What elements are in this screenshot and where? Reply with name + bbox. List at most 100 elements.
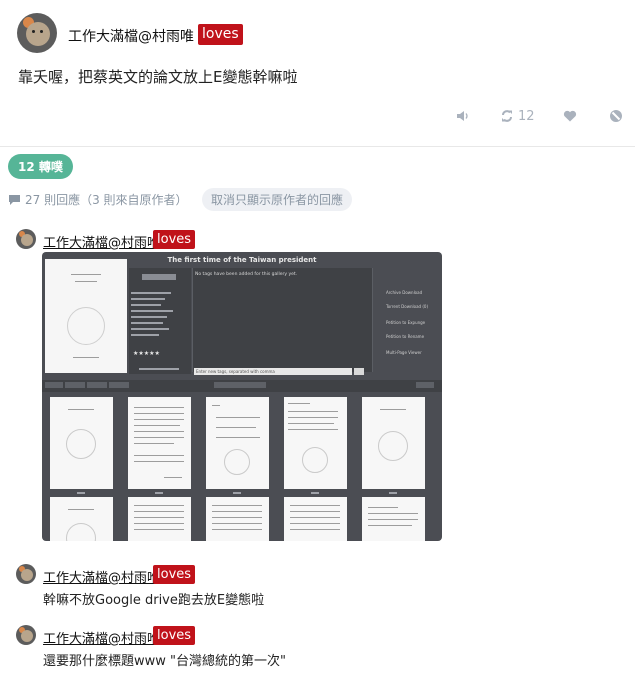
post-author-avatar[interactable]	[17, 13, 57, 53]
page-thumbnail	[50, 397, 113, 489]
thumb-line	[164, 477, 182, 478]
thumb-line	[290, 517, 340, 518]
thumb-line	[290, 511, 340, 512]
meta-line	[139, 368, 179, 370]
retweet-icon	[502, 110, 512, 122]
thumb-line	[68, 409, 94, 410]
rows-chip	[87, 382, 107, 388]
thumb-line	[212, 511, 262, 512]
thumb-line	[134, 407, 184, 408]
thumb-line	[212, 505, 262, 506]
reply-author-name[interactable]: 工作大滿檔@村雨唯	[43, 567, 160, 586]
screenshot-meta: ★★★★★	[129, 268, 191, 374]
thumb-line	[216, 427, 256, 428]
reply-author-tag: loves	[153, 626, 196, 645]
thumb-line	[134, 517, 184, 518]
thumb-line	[288, 411, 338, 412]
thumb-line	[288, 423, 334, 424]
meta-line	[131, 292, 171, 294]
meta-line	[131, 304, 161, 306]
thumb-line	[134, 431, 184, 432]
thumb-line	[212, 523, 262, 524]
meta-line	[131, 310, 173, 312]
meta-line	[131, 298, 165, 300]
side-link: Torrent Download (0)	[386, 304, 428, 309]
screenshot-tags-panel	[192, 268, 373, 372]
avatar-face	[21, 569, 33, 581]
thumb-line	[134, 505, 184, 506]
post-author-tag: loves	[198, 24, 243, 45]
post-divider	[0, 146, 635, 147]
screenshot-cover	[45, 259, 127, 373]
share-action[interactable]: 12	[500, 106, 535, 126]
thumb-seal	[302, 447, 328, 473]
reply-text: 幹嘛不放Google drive跑去放E變態啦	[43, 593, 265, 608]
thumb-seal	[224, 449, 250, 475]
filter-author-only-button[interactable]: 取消只顯示原作者的回應	[202, 188, 353, 211]
thumb-line	[368, 513, 418, 514]
comment-count: 27 則回應（3 則來自原作者）	[8, 191, 188, 208]
reply-text: 還要那什麼標題www "台灣總統的第一次"	[43, 654, 286, 669]
shares-pill[interactable]: 12 轉噗	[8, 154, 73, 179]
thumb-line	[288, 429, 338, 430]
avatar-face	[21, 234, 33, 246]
thumb-line	[290, 529, 340, 530]
thumb-line	[212, 529, 262, 530]
thumb-line	[134, 437, 184, 438]
avatar-eye-left	[32, 30, 35, 33]
block-action[interactable]	[609, 106, 623, 126]
thumb-line	[68, 509, 94, 510]
thumb-line	[368, 525, 412, 526]
reply-avatar[interactable]	[16, 625, 36, 645]
meta-line	[131, 316, 167, 318]
thumb-line	[134, 455, 184, 456]
thumb-line	[212, 405, 220, 406]
rows-chip	[109, 382, 129, 388]
page-thumbnail	[128, 397, 191, 489]
thumb-line	[288, 417, 338, 418]
post-author-name[interactable]: 工作大滿檔@村雨唯	[68, 26, 194, 46]
thumb-line	[216, 437, 260, 438]
page-thumbnail	[206, 497, 269, 541]
thumb-seal	[66, 523, 96, 541]
page-chip	[214, 382, 266, 388]
page-number	[233, 492, 241, 494]
comment-bubble-icon	[9, 194, 20, 205]
side-link: Petition to Expunge	[386, 320, 426, 325]
cover-seal	[67, 307, 105, 345]
thumb-line	[290, 523, 340, 524]
screenshot-tag-placeholder: Enter new tags, separated with comma	[196, 369, 275, 374]
meta-category	[142, 274, 176, 280]
reply-avatar[interactable]	[16, 564, 36, 584]
meta-line	[131, 334, 159, 336]
side-link: Petition to Rename	[386, 334, 425, 339]
page-thumbnail	[284, 397, 347, 489]
page-number	[311, 492, 319, 494]
mute-action[interactable]	[456, 106, 470, 126]
screenshot-tags-message: No tags have been added for this gallery…	[195, 272, 298, 277]
share-count: 12	[518, 108, 535, 124]
thumb-line	[134, 461, 184, 462]
thumb-line	[380, 409, 406, 410]
side-link: Multi-Page Viewer	[386, 350, 422, 355]
side-link: Archive Download	[386, 290, 423, 295]
heart-icon	[563, 110, 577, 122]
thumb-line	[290, 505, 340, 506]
avatar-face	[21, 630, 33, 642]
page-number	[389, 492, 397, 494]
meta-rating: ★★★★★	[133, 350, 160, 357]
large-chip	[416, 382, 434, 388]
reply-avatar[interactable]	[16, 229, 36, 249]
block-icon	[610, 110, 622, 122]
reply-screenshot-image[interactable]: The first time of the Taiwan president ★…	[42, 252, 442, 541]
thumb-seal	[66, 429, 96, 459]
like-action[interactable]	[563, 106, 577, 126]
cover-line	[73, 357, 99, 358]
reply-author-tag: loves	[153, 230, 196, 249]
meta-line	[131, 328, 169, 330]
reply-author-name[interactable]: 工作大滿檔@村雨唯	[43, 628, 160, 647]
reply-author-name[interactable]: 工作大滿檔@村雨唯	[43, 232, 160, 251]
screenshot-tag-button	[354, 368, 364, 375]
thumb-line	[368, 519, 418, 520]
page-thumbnail	[206, 397, 269, 489]
